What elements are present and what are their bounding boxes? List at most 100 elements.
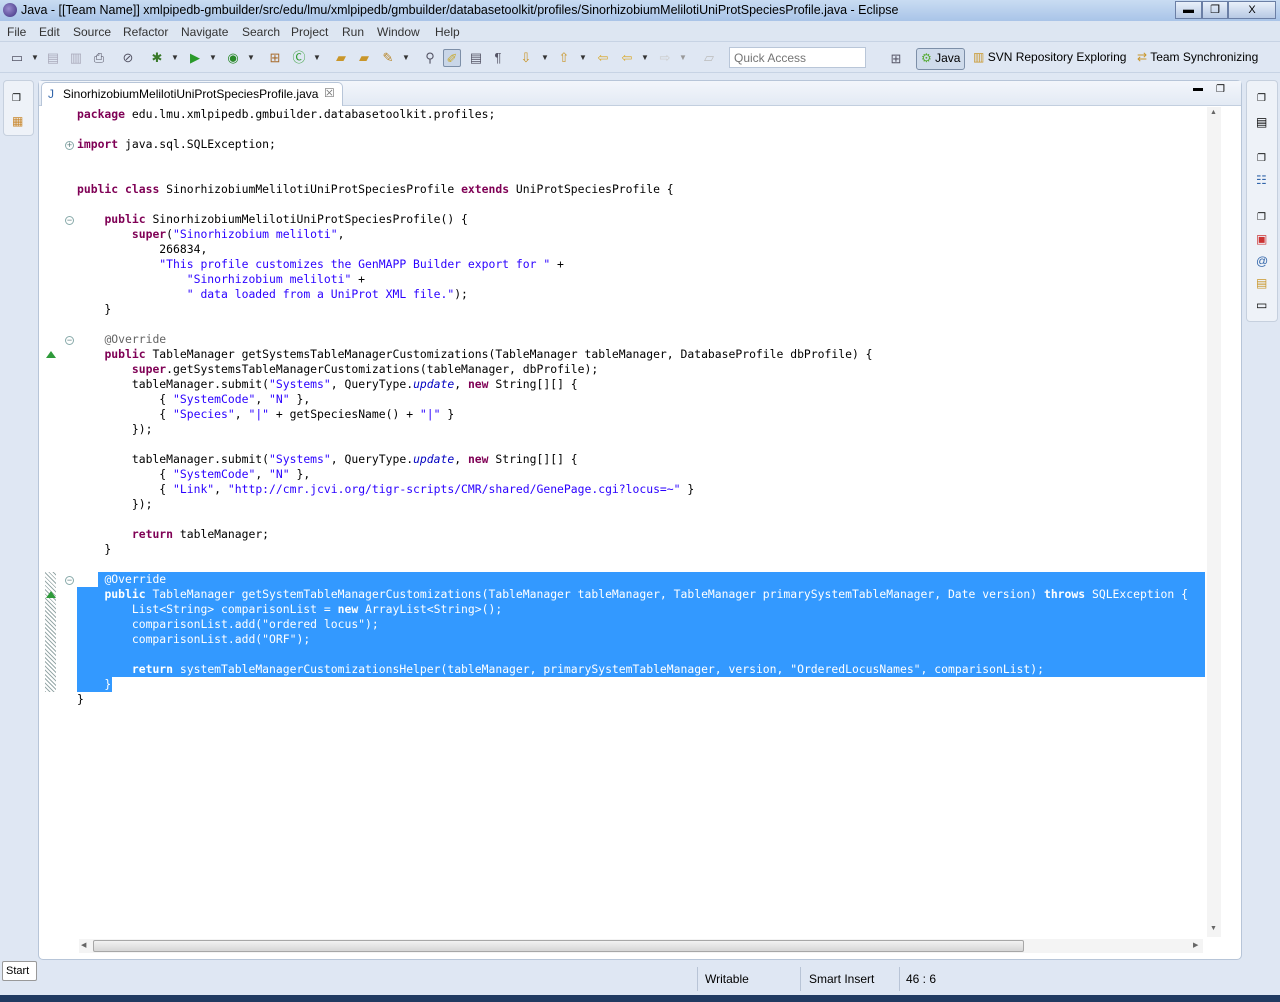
open-call-hierarchy-icon[interactable]: ⚲ bbox=[421, 49, 439, 67]
code-token: + bbox=[550, 257, 564, 271]
menu-file[interactable]: File bbox=[7, 25, 26, 39]
new-icon[interactable]: ▭ bbox=[8, 49, 26, 67]
new-dropdown[interactable]: ▼ bbox=[31, 49, 39, 67]
save-all-icon[interactable]: ▥ bbox=[67, 49, 85, 67]
task-list-icon[interactable]: ▤ bbox=[1256, 115, 1267, 129]
code-line: "Sinorhizobium meliloti" + bbox=[77, 272, 365, 287]
minimize-button[interactable]: ▬ bbox=[1175, 1, 1202, 19]
scroll-up-icon[interactable]: ▲ bbox=[1210, 109, 1217, 116]
code-line: } bbox=[77, 692, 84, 707]
search-dropdown[interactable]: ▼ bbox=[402, 49, 410, 67]
restore-icon[interactable]: ❐ bbox=[12, 93, 21, 104]
previous-annotation-icon[interactable]: ⇧ bbox=[555, 49, 573, 67]
restore-button[interactable]: ❐ bbox=[1202, 1, 1228, 19]
code-line: List<String> comparisonList = new ArrayL… bbox=[77, 602, 502, 617]
code-line: }); bbox=[77, 497, 153, 512]
code-token: "N" bbox=[269, 467, 290, 481]
problems-icon[interactable]: ▣ bbox=[1256, 232, 1267, 246]
new-package-icon[interactable]: ⊞ bbox=[266, 49, 284, 67]
menu-refactor[interactable]: Refactor bbox=[123, 25, 168, 39]
scroll-right-icon[interactable]: ▶ bbox=[1193, 941, 1198, 949]
run-dropdown[interactable]: ▼ bbox=[209, 49, 217, 67]
restore-icon[interactable]: ❐ bbox=[1257, 153, 1266, 164]
code-token: new bbox=[467, 377, 489, 391]
collapse-fold-icon[interactable]: − bbox=[65, 576, 74, 585]
javadoc-icon[interactable]: @ bbox=[1256, 254, 1268, 268]
quick-access-input[interactable] bbox=[729, 47, 866, 68]
external-tools-dropdown[interactable]: ▼ bbox=[247, 49, 255, 67]
menu-project[interactable]: Project bbox=[291, 25, 328, 39]
previous-annotation-dropdown[interactable]: ▼ bbox=[579, 49, 587, 67]
back-dropdown[interactable]: ▼ bbox=[641, 49, 649, 67]
collapse-fold-icon[interactable]: − bbox=[65, 216, 74, 225]
menu-navigate[interactable]: Navigate bbox=[181, 25, 228, 39]
code-token: , bbox=[454, 452, 468, 466]
show-whitespace-icon[interactable]: ¶ bbox=[489, 49, 507, 67]
close-button[interactable]: X bbox=[1228, 1, 1276, 19]
code-token: "http://cmr.jcvi.org/tigr-scripts/CMR/sh… bbox=[227, 482, 681, 496]
perspective-java[interactable]: ⚙ Java bbox=[916, 48, 966, 70]
code-token: comparisonList.add( bbox=[77, 632, 263, 646]
perspective-team[interactable]: ⇄ Team Synchronizing bbox=[1137, 50, 1258, 64]
new-class-dropdown[interactable]: ▼ bbox=[313, 49, 321, 67]
open-type-icon[interactable]: ▰ bbox=[332, 49, 350, 67]
restore-icon[interactable]: ❐ bbox=[1257, 212, 1266, 223]
open-perspective-icon[interactable]: ⊞ bbox=[887, 50, 905, 68]
perspective-svn[interactable]: ▥ SVN Repository Exploring bbox=[973, 50, 1126, 64]
close-tab-icon[interactable]: ☒ bbox=[324, 86, 335, 100]
collapse-fold-icon[interactable]: − bbox=[65, 336, 74, 345]
vertical-scrollbar[interactable]: ▲ ▼ bbox=[1207, 107, 1221, 937]
horizontal-scroll-thumb[interactable] bbox=[93, 940, 1024, 952]
debug-dropdown[interactable]: ▼ bbox=[171, 49, 179, 67]
restore-icon[interactable]: ❐ bbox=[1257, 93, 1266, 104]
mark-occurrences-toggle[interactable]: ✐ bbox=[443, 49, 461, 67]
block-selection-icon[interactable]: ▤ bbox=[467, 49, 485, 67]
windows-taskbar[interactable] bbox=[0, 995, 1280, 1002]
code-token: "SystemCode" bbox=[173, 392, 256, 406]
maximize-editor-icon[interactable]: ❐ bbox=[1216, 84, 1225, 95]
save-icon[interactable]: ▤ bbox=[44, 49, 62, 67]
skip-breakpoints-icon[interactable]: ⊘ bbox=[119, 49, 137, 67]
outline-icon[interactable]: ☷ bbox=[1256, 173, 1267, 187]
expand-fold-icon[interactable]: + bbox=[65, 141, 74, 150]
forward-dropdown[interactable]: ▼ bbox=[679, 49, 687, 67]
menu-run[interactable]: Run bbox=[342, 25, 364, 39]
menu-search[interactable]: Search bbox=[242, 25, 280, 39]
console-icon[interactable]: ▭ bbox=[1256, 298, 1267, 312]
menu-window[interactable]: Window bbox=[377, 25, 420, 39]
scroll-left-icon[interactable]: ◀ bbox=[81, 941, 86, 949]
code-editor[interactable]: package edu.lmu.xmlpipedb.gmbuilder.data… bbox=[77, 107, 1205, 937]
next-annotation-icon[interactable]: ⇩ bbox=[517, 49, 535, 67]
open-task-icon[interactable]: ▰ bbox=[355, 49, 373, 67]
new-class-icon[interactable]: Ⓒ bbox=[290, 49, 308, 67]
last-edit-icon[interactable]: ⇦ bbox=[594, 49, 612, 67]
print-icon[interactable]: ⎙ bbox=[90, 49, 108, 67]
package-explorer-icon[interactable]: ▦ bbox=[12, 114, 23, 128]
next-annotation-dropdown[interactable]: ▼ bbox=[541, 49, 549, 67]
code-token: }); bbox=[77, 422, 153, 436]
menu-edit[interactable]: Edit bbox=[39, 25, 60, 39]
code-token: TableManager getSystemsTableManagerCusto… bbox=[145, 347, 873, 361]
annotation-ruler bbox=[44, 107, 57, 937]
back-icon[interactable]: ⇦ bbox=[618, 49, 636, 67]
code-token: "Species" bbox=[173, 407, 235, 421]
code-token: ); bbox=[365, 617, 379, 631]
run-icon[interactable]: ▶ bbox=[186, 49, 204, 67]
editor-tab[interactable]: J SinorhizobiumMelilotiUniProtSpeciesPro… bbox=[41, 82, 343, 106]
search-icon[interactable]: ✎ bbox=[379, 49, 397, 67]
minimize-editor-icon[interactable]: ▬ bbox=[1193, 83, 1203, 94]
pin-editor-icon[interactable]: ▱ bbox=[700, 49, 718, 67]
code-token: , bbox=[337, 227, 345, 241]
debug-icon[interactable]: ✱ bbox=[148, 49, 166, 67]
declaration-icon[interactable]: ▤ bbox=[1256, 276, 1267, 290]
scroll-down-icon[interactable]: ▼ bbox=[1210, 925, 1217, 932]
external-tools-icon[interactable]: ◉ bbox=[224, 49, 242, 67]
code-token: update bbox=[413, 452, 455, 466]
code-token: "N" bbox=[269, 392, 290, 406]
menu-source[interactable]: Source bbox=[73, 25, 111, 39]
java-file-icon: J bbox=[48, 87, 54, 101]
menu-help[interactable]: Help bbox=[435, 25, 460, 39]
forward-icon[interactable]: ⇨ bbox=[656, 49, 674, 67]
code-line: public TableManager getSystemsTableManag… bbox=[77, 347, 873, 362]
